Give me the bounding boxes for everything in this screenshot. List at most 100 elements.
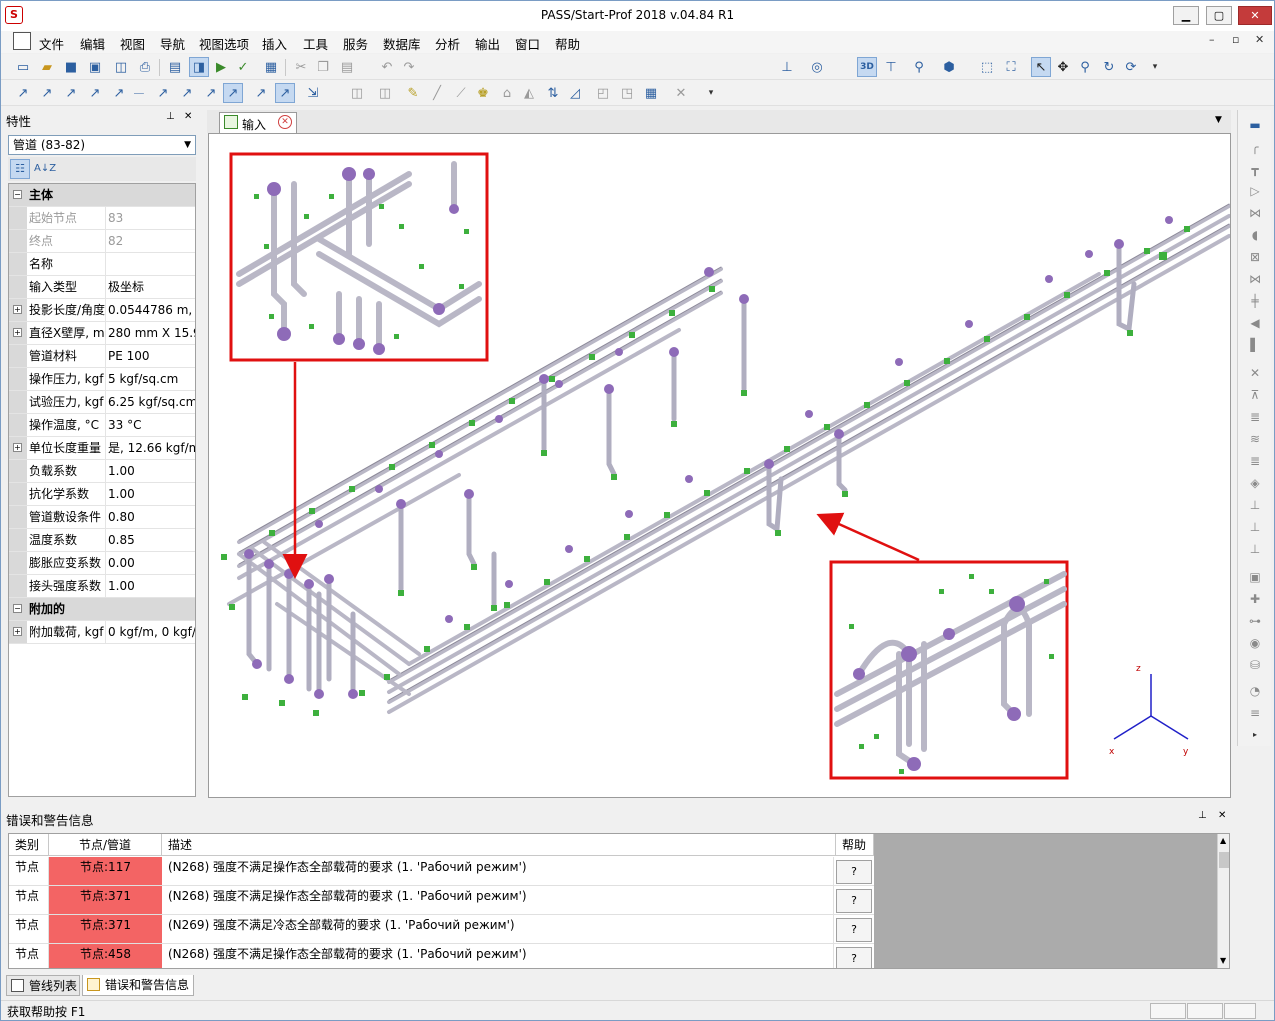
undo-icon[interactable]: ↶ (377, 57, 397, 77)
input-mode-icon[interactable]: ◨ (189, 57, 209, 77)
flange-tool-icon[interactable]: ◖ (1244, 228, 1266, 246)
menu-database[interactable]: 数据库 (383, 34, 421, 53)
guide-tool-icon[interactable]: ⊼ (1244, 388, 1266, 406)
pump-tool-icon[interactable]: ◉ (1244, 636, 1266, 654)
object-selector-dropdown[interactable]: 管道 (83-82) ▼ (8, 135, 196, 155)
menu-edit[interactable]: 编辑 (80, 34, 105, 53)
scroll-thumb[interactable] (1219, 852, 1229, 868)
property-row[interactable]: 操作压力, kgf 5 kgf/sq.cm (9, 368, 195, 391)
maximize-button[interactable]: ▢ (1206, 6, 1232, 25)
property-value[interactable]: 0.00 (105, 552, 195, 574)
view-cube-icon[interactable]: ⬢ (939, 57, 959, 77)
property-value[interactable]: 5 kgf/sq.cm (105, 368, 195, 390)
expand-icon[interactable]: + (13, 328, 22, 337)
property-value[interactable]: 280 mm X 15.9 (105, 322, 195, 344)
spring-hanger-icon[interactable]: ≋ (1244, 432, 1266, 450)
group-icon[interactable]: ◰ (593, 83, 613, 103)
axis-icon[interactable]: ⊥ (777, 57, 797, 77)
add-bend-icon[interactable]: ↗ (37, 83, 57, 103)
property-value[interactable]: 1.00 (105, 483, 195, 505)
collapse-icon[interactable]: − (13, 604, 22, 613)
paste-icon[interactable]: ▤ (337, 57, 357, 77)
rotate-icon[interactable]: ↻ (1099, 57, 1119, 77)
scroll-up-icon[interactable]: ▲ (1220, 836, 1226, 845)
property-value[interactable]: 极坐标 (105, 276, 195, 298)
copy-icon[interactable]: ❐ (313, 57, 333, 77)
property-row[interactable]: 接头强度系数 1.00 (9, 575, 195, 598)
error-row[interactable]: 节点 节点:371 (N269) 强度不满足冷态全部载荷的要求 (1. 'Рабоч… (9, 915, 874, 944)
minimize-button[interactable]: ▁ (1173, 6, 1199, 25)
measure-icon[interactable]: ╱ (427, 83, 447, 103)
zoom-window-icon[interactable]: ⬚ (977, 57, 997, 77)
column-header-type[interactable]: 类别 (9, 834, 49, 856)
property-row[interactable]: 起始节点 83 (9, 207, 195, 230)
find-icon[interactable]: ⚲ (909, 57, 929, 77)
property-row[interactable]: 管道敷设条件 0.80 (9, 506, 195, 529)
help-button[interactable]: ? (836, 918, 872, 942)
property-value[interactable]: 1.00 (105, 460, 195, 482)
property-row[interactable]: 管道材料 PE 100 (9, 345, 195, 368)
menu-help[interactable]: 帮助 (555, 34, 580, 53)
property-row[interactable]: + 直径X壁厚, mm280 mm X 15.9 (9, 322, 195, 345)
tank-tool-icon[interactable]: ⛁ (1244, 658, 1266, 676)
property-value[interactable] (105, 253, 195, 275)
compensator-tool-icon[interactable]: ⊠ (1244, 250, 1266, 268)
open-folder-icon[interactable]: ▰ (37, 57, 57, 77)
branch-tool-icon[interactable]: ▣ (1244, 570, 1266, 588)
property-row[interactable]: 终点 82 (9, 230, 195, 253)
model-viewport[interactable]: z x y (208, 133, 1231, 798)
add-reducer-icon[interactable]: ↗ (85, 83, 105, 103)
spring-support-icon[interactable]: ⊥ (1244, 498, 1266, 516)
mdi-close-button[interactable]: ✕ (1255, 33, 1264, 46)
property-value[interactable]: 0.0544786 m, 0 (105, 299, 195, 321)
column-header-description[interactable]: 描述 (162, 834, 836, 856)
connect-icon[interactable]: ↗ (223, 83, 243, 103)
property-row[interactable]: + 附加载荷, kgf 0 kgf/m, 0 kgf/ (9, 621, 195, 644)
close-tab-icon[interactable]: ✕ (278, 115, 292, 129)
highlight-icon[interactable]: ✎ (403, 83, 423, 103)
error-node-cell[interactable]: 节点:117 (49, 857, 162, 885)
menu-view-options[interactable]: 视图选项 (199, 34, 249, 53)
scroll-down-icon[interactable]: ▼ (1220, 956, 1226, 965)
property-value[interactable]: 6.25 kgf/sq.cm (105, 391, 195, 413)
property-value[interactable]: 0 kgf/m, 0 kgf/ (105, 621, 195, 643)
menu-navigate[interactable]: 导航 (160, 34, 185, 53)
add-pipe-icon[interactable]: ↗ (13, 83, 33, 103)
joint-tool-icon[interactable]: ╪ (1244, 294, 1266, 312)
sliding-support-icon[interactable]: ≣ (1244, 410, 1266, 428)
add-support-icon[interactable]: ↗ (177, 83, 197, 103)
property-row[interactable]: 输入类型 极坐标 (9, 276, 195, 299)
error-node-cell[interactable]: 节点:458 (49, 944, 162, 968)
expand-icon[interactable]: + (13, 627, 22, 636)
property-value[interactable]: 是, 12.66 kgf/m (105, 437, 195, 459)
error-node-cell[interactable]: 节点:371 (49, 915, 162, 943)
mdi-minimize-button[interactable]: – (1209, 33, 1215, 46)
snubber-icon[interactable]: ⊥ (1244, 520, 1266, 538)
error-row[interactable]: 节点 节点:371 (N268) 强度不满足操作态全部载荷的要求 (1. 'Рабо… (9, 886, 874, 915)
categorized-icon[interactable]: ☷ (10, 159, 30, 179)
results-icon[interactable]: ✓ (233, 57, 253, 77)
help-button[interactable]: ? (836, 889, 872, 913)
export-icon[interactable]: ⇲ (303, 83, 323, 103)
help-button[interactable]: ? (836, 860, 872, 884)
view-help-icon[interactable]: ◎ (807, 57, 827, 77)
level-icon[interactable]: ⇅ (543, 83, 563, 103)
copy-element-icon[interactable]: ◫ (347, 83, 367, 103)
add-valve-icon[interactable]: ↗ (109, 83, 129, 103)
3d-view-icon[interactable]: 3D (857, 57, 877, 77)
orbit-icon[interactable]: ⟳ (1121, 57, 1141, 77)
close-panel-icon[interactable]: ✕ (184, 111, 192, 122)
property-row[interactable]: 膨胀应变系数 0.00 (9, 552, 195, 575)
pipe-tool-icon[interactable]: ▬ (1244, 118, 1266, 136)
mirror-icon[interactable]: ◭ (519, 83, 539, 103)
valve-tool-icon[interactable]: ⋈ (1244, 206, 1266, 224)
collapse-icon[interactable]: − (13, 190, 22, 199)
property-value[interactable]: PE 100 (105, 345, 195, 367)
equipment-tool-icon[interactable]: ▌ (1244, 338, 1266, 356)
zoom-icon[interactable]: ⚲ (1075, 57, 1095, 77)
menu-window[interactable]: 窗口 (515, 34, 540, 53)
error-row[interactable]: 节点 节点:458 (N268) 强度不满足操作态全部载荷的要求 (1. 'Рабо… (9, 944, 874, 968)
add-expansion-icon[interactable]: ↗ (153, 83, 173, 103)
tee-tool-icon[interactable]: ┳ (1244, 162, 1266, 180)
property-value[interactable]: 0.80 (105, 506, 195, 528)
